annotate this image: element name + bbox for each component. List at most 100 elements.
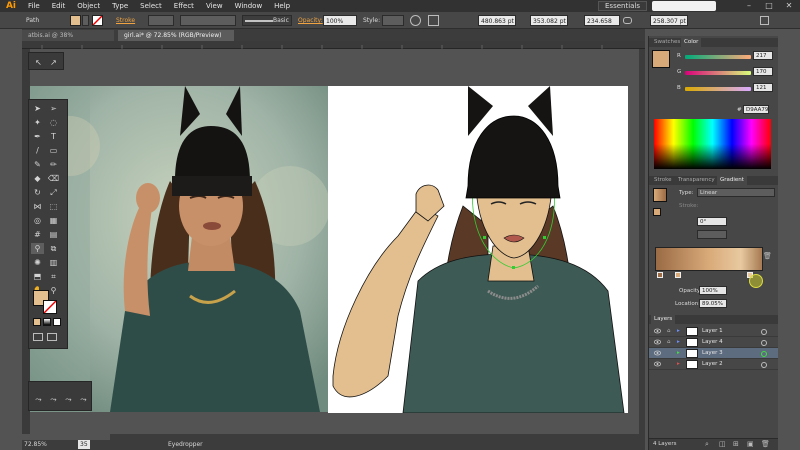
artboard-tool-icon[interactable]: ⬒ — [31, 271, 44, 282]
tab-gradient[interactable]: Gradient — [717, 176, 747, 185]
paintbrush-icon[interactable]: ✎ — [31, 159, 44, 170]
type-tool-icon[interactable]: T — [47, 131, 60, 142]
layer-row-1[interactable]: ⌂ ▸ Layer 1 — [649, 326, 779, 337]
brush-icon-2[interactable]: ⤳ — [47, 394, 60, 405]
stroke-color-box[interactable] — [43, 300, 57, 314]
x-position-field[interactable]: 480.863 pt — [478, 15, 516, 26]
menu-effect[interactable]: Effect — [168, 2, 200, 10]
expand-arrow-icon[interactable]: ▸ — [677, 326, 680, 337]
pen-tool-icon[interactable]: ✒ — [31, 131, 44, 142]
new-sublayer-icon[interactable]: ⊞ — [733, 440, 739, 448]
draw-normal-icon[interactable] — [33, 333, 43, 341]
opacity-label[interactable]: Opacity: — [298, 15, 323, 26]
graph-tool-icon[interactable]: ▥ — [47, 257, 60, 268]
shape-builder-icon[interactable]: ◎ — [31, 215, 44, 226]
gradient-mode-icon[interactable] — [43, 318, 51, 326]
layer-name[interactable]: Layer 1 — [702, 326, 723, 337]
visibility-eye-icon[interactable] — [654, 350, 661, 356]
layer-name[interactable]: Layer 2 — [702, 359, 723, 370]
zoom-level[interactable]: 72.85% — [24, 440, 47, 450]
gradient-type-dropdown[interactable]: Linear — [697, 188, 775, 197]
close-icon[interactable]: ✕ — [780, 0, 798, 12]
menu-object[interactable]: Object — [71, 2, 106, 10]
gradient-stop-mid[interactable] — [675, 272, 681, 278]
brush-icon-1[interactable]: ⤳ — [32, 394, 45, 405]
gradient-tool-icon[interactable]: ▤ — [47, 229, 60, 240]
brush-icon-4[interactable]: ⤳ — [77, 394, 90, 405]
color-spectrum[interactable] — [654, 119, 771, 169]
slice-tool-icon[interactable]: ⌗ — [47, 271, 60, 282]
menu-window[interactable]: Window — [229, 2, 269, 10]
fill-dropdown[interactable] — [82, 15, 89, 26]
gradient-preview-swatch[interactable] — [653, 188, 667, 202]
blue-slider[interactable] — [685, 87, 751, 91]
new-layer-icon[interactable]: ▣ — [747, 440, 754, 448]
layer-name[interactable]: Layer 3 — [702, 348, 723, 359]
height-field[interactable]: 258.307 pt — [650, 15, 688, 26]
delete-stop-icon[interactable]: 🗑 — [763, 252, 772, 260]
red-slider[interactable] — [685, 55, 751, 59]
layer-target-icon[interactable] — [761, 351, 767, 357]
selection-tool-icon[interactable]: ➤ — [31, 103, 44, 114]
locate-object-icon[interactable]: ⌕ — [705, 440, 709, 449]
stroke-swatch[interactable] — [92, 15, 103, 26]
width-field[interactable]: 234.658 pt — [584, 15, 620, 36]
menu-view[interactable]: View — [200, 2, 229, 10]
transform-options-icon[interactable] — [760, 16, 769, 25]
menu-type[interactable]: Type — [106, 2, 134, 10]
tab-swatches[interactable]: Swatches — [651, 38, 683, 47]
tab-color[interactable]: Color — [681, 38, 702, 47]
tab-girl[interactable]: girl.ai* @ 72.85% (RGB/Preview) — [118, 30, 234, 41]
help-search-input[interactable] — [652, 1, 716, 11]
brush-icon-3[interactable]: ⤳ — [62, 394, 75, 405]
expand-arrow-icon[interactable]: ▸ — [677, 359, 680, 370]
gradient-slider[interactable] — [655, 247, 763, 271]
vertical-scrollbar[interactable] — [639, 49, 645, 440]
gradient-stop-left[interactable] — [657, 272, 663, 278]
blue-value-field[interactable]: 121 — [753, 83, 773, 92]
layer-target-icon[interactable] — [761, 362, 767, 368]
green-value-field[interactable]: 170 — [753, 67, 773, 76]
layer-row-4[interactable]: ▸ Layer 2 — [649, 359, 779, 370]
artboard[interactable] — [328, 86, 628, 413]
eraser-icon[interactable]: ⌫ — [47, 173, 60, 184]
fill-swatch[interactable] — [70, 15, 81, 26]
brush-definition[interactable]: Basic — [242, 15, 292, 26]
visibility-eye-icon[interactable] — [654, 328, 661, 334]
perspective-grid-icon[interactable]: ▦ — [47, 215, 60, 226]
layer-row-2[interactable]: ⌂ ▸ Layer 4 — [649, 337, 779, 348]
menu-select[interactable]: Select — [134, 2, 168, 10]
graphic-style-dropdown[interactable] — [382, 15, 404, 26]
workspace-switcher[interactable]: Essentials — [598, 1, 648, 11]
screen-mode-icon[interactable] — [47, 333, 57, 341]
hex-value-field[interactable]: D9AA79 — [743, 105, 769, 114]
opacity-field[interactable]: 100% — [323, 15, 357, 26]
stroke-weight-field[interactable] — [148, 15, 174, 26]
free-transform-icon[interactable]: ⬚ — [47, 201, 60, 212]
group-selection-icon[interactable]: ↗ — [47, 57, 60, 68]
y-position-field[interactable]: 353.082 pt — [530, 15, 568, 26]
tab-atbis[interactable]: atbis.ai @ 38% (RGB/Preview) — [22, 30, 114, 50]
red-value-field[interactable]: 217 — [753, 51, 773, 60]
green-slider[interactable] — [685, 71, 751, 75]
pencil-icon[interactable]: ✏ — [47, 159, 60, 170]
magic-wand-icon[interactable]: ✦ — [31, 117, 44, 128]
maximize-icon[interactable]: □ — [760, 0, 778, 12]
rectangle-tool-icon[interactable]: ▭ — [47, 145, 60, 156]
expand-arrow-icon[interactable]: ▸ — [677, 348, 680, 359]
tab-layers[interactable]: Layers — [651, 315, 676, 324]
lock-icon[interactable]: ⌂ — [667, 337, 671, 348]
color-mode-icon[interactable] — [33, 318, 41, 326]
rotate-tool-icon[interactable]: ↻ — [31, 187, 44, 198]
visibility-eye-icon[interactable] — [654, 361, 661, 367]
visibility-eye-icon[interactable] — [654, 339, 661, 345]
mesh-tool-icon[interactable]: # — [31, 229, 44, 240]
align-icon[interactable] — [428, 15, 439, 26]
aspect-ratio-field[interactable] — [697, 230, 727, 239]
menu-help[interactable]: Help — [268, 2, 296, 10]
expand-arrow-icon[interactable]: ▸ — [677, 337, 680, 348]
recolor-artwork-icon[interactable] — [410, 15, 421, 26]
stop-opacity-field[interactable]: 100% — [699, 286, 727, 295]
scale-tool-icon[interactable]: ⤢ — [47, 187, 60, 198]
variable-width-profile[interactable] — [180, 15, 236, 26]
